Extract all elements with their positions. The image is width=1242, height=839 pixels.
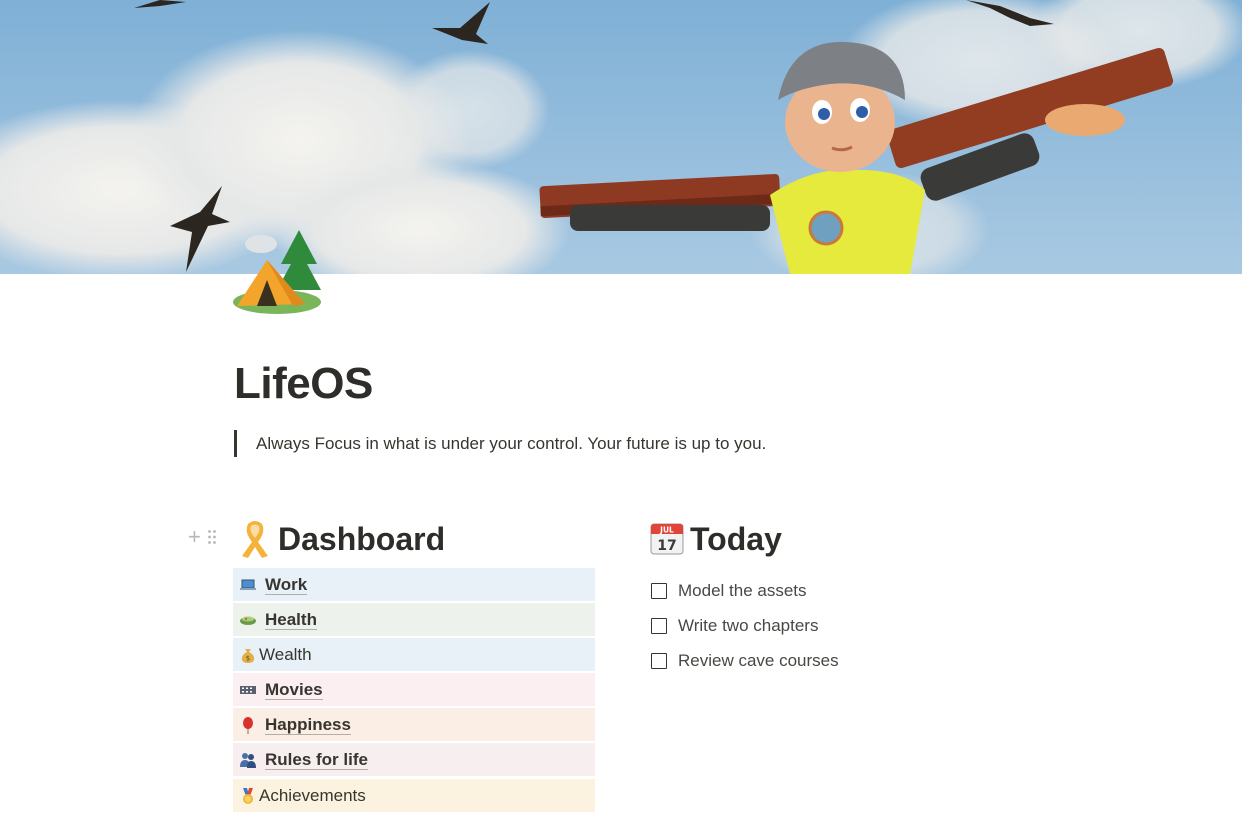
block-handle: +	[188, 526, 217, 548]
cover-image[interactable]	[0, 0, 1242, 274]
medal-icon	[243, 787, 253, 804]
dashboard-item-health[interactable]: Health	[233, 603, 595, 636]
calendar-icon: JUL 17	[650, 523, 684, 555]
todo-label[interactable]: Model the assets	[678, 581, 807, 601]
people-icon	[240, 752, 256, 768]
todo-checkbox[interactable]	[651, 652, 667, 669]
quote-block[interactable]: Always Focus in what is under your contr…	[234, 430, 766, 457]
dashboard-item-label: Achievements	[259, 786, 366, 805]
todo-label[interactable]: Review cave courses	[678, 651, 839, 671]
balloon-icon	[243, 716, 253, 734]
drag-handle-icon[interactable]	[207, 529, 217, 545]
calendar-month: JUL	[659, 526, 674, 535]
camping-tent-icon[interactable]	[233, 228, 325, 316]
dashboard-item-wealth[interactable]: $ Wealth	[233, 638, 595, 671]
ribbon-icon	[242, 521, 268, 558]
todo-item: Review cave courses	[651, 643, 839, 678]
today-heading[interactable]: JUL 17 Today	[650, 517, 782, 561]
calendar-day: 17	[657, 538, 676, 554]
todo-checkbox[interactable]	[651, 617, 667, 634]
todo-item: Write two chapters	[651, 608, 839, 643]
dashboard-item-label: Rules for life	[265, 749, 368, 770]
dashboard-item-label: Work	[265, 574, 308, 595]
dashboard-item-label: Happiness	[265, 714, 351, 735]
dashboard-heading[interactable]: Dashboard	[238, 517, 445, 561]
todo-checkbox[interactable]	[651, 582, 667, 599]
todo-label[interactable]: Write two chapters	[678, 616, 818, 636]
todo-list: Model the assets Write two chapters Revi…	[651, 573, 839, 678]
money-bag-icon: $	[241, 648, 255, 663]
dashboard-item-rules-for-life[interactable]: Rules for life	[233, 743, 595, 776]
dashboard-item-work[interactable]: Work	[233, 568, 595, 601]
dashboard-item-label: Wealth	[259, 645, 312, 664]
salad-icon	[240, 616, 256, 625]
laptop-icon	[240, 579, 256, 590]
film-icon	[240, 685, 256, 694]
svg-text:$: $	[246, 654, 250, 662]
dashboard-heading-text: Dashboard	[278, 521, 446, 557]
cover-illustration	[0, 0, 1242, 274]
dashboard-item-movies[interactable]: Movies	[233, 673, 595, 706]
page-title[interactable]: LifeOS	[234, 357, 373, 411]
dashboard-list: Work Health $ Wealth Movies Happiness Ru…	[233, 568, 595, 814]
today-heading-text: Today	[690, 521, 782, 557]
dashboard-item-label: Movies	[265, 679, 323, 700]
dashboard-item-happiness[interactable]: Happiness	[233, 708, 595, 741]
add-block-button[interactable]: +	[188, 526, 201, 548]
dashboard-item-achievements[interactable]: Achievements	[233, 779, 595, 812]
dashboard-item-label: Health	[265, 609, 317, 630]
todo-item: Model the assets	[651, 573, 839, 608]
